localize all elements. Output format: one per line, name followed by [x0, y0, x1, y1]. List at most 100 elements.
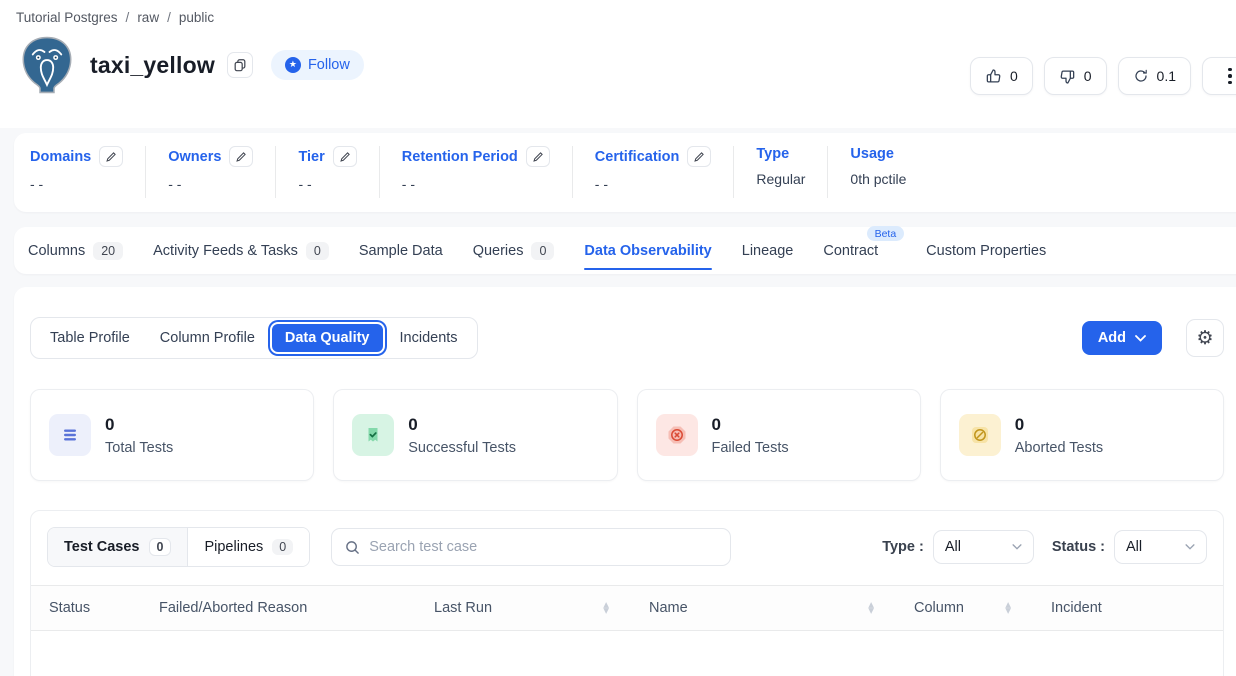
- follow-button[interactable]: ★ Follow: [271, 50, 364, 80]
- thumbs-up-icon: [985, 68, 1002, 85]
- downvote-count: 0: [1084, 68, 1092, 84]
- breadcrumb-separator: /: [167, 10, 171, 25]
- tab-custom-properties[interactable]: Custom Properties: [926, 227, 1046, 274]
- quality-toolbar: Table Profile Column Profile Data Qualit…: [30, 317, 1224, 359]
- aborted-tests-card: 0 Aborted Tests: [940, 389, 1224, 481]
- success-check-icon: [352, 414, 394, 456]
- data-quality-section: Table Profile Column Profile Data Qualit…: [14, 287, 1236, 676]
- stat-value: 0: [408, 415, 516, 435]
- tab-label: Columns: [28, 243, 85, 259]
- upvote-button[interactable]: 0: [970, 57, 1033, 95]
- copy-name-button[interactable]: [227, 52, 253, 78]
- edit-tier-button[interactable]: [333, 146, 357, 167]
- meta-value: - -: [402, 176, 550, 192]
- meta-owners: Owners - -: [146, 146, 276, 198]
- toggle-pipelines[interactable]: Pipelines 0: [188, 528, 309, 566]
- more-options-button[interactable]: [1202, 57, 1236, 95]
- pencil-icon: [532, 151, 544, 163]
- toggle-test-cases[interactable]: Test Cases 0: [48, 528, 188, 566]
- column-header-last-run: Last Run ▲▼: [434, 586, 649, 630]
- downvote-button[interactable]: 0: [1044, 57, 1107, 95]
- breadcrumb-schema[interactable]: public: [179, 10, 214, 25]
- tab-label: Contract: [823, 243, 878, 259]
- failed-x-icon: [656, 414, 698, 456]
- breadcrumb-service[interactable]: Tutorial Postgres: [16, 10, 118, 25]
- stat-label: Successful Tests: [408, 440, 516, 456]
- meta-tier: Tier - -: [276, 146, 379, 198]
- test-cases-table-header: Status Failed/Aborted Reason Last Run ▲▼…: [31, 585, 1223, 631]
- breadcrumb-database[interactable]: raw: [137, 10, 159, 25]
- status-filter-select[interactable]: All: [1114, 530, 1207, 564]
- subtab-incidents[interactable]: Incidents: [385, 322, 473, 354]
- tab-columns[interactable]: Columns 20: [28, 227, 123, 274]
- add-button-label: Add: [1098, 330, 1126, 346]
- version-button[interactable]: 0.1: [1118, 57, 1191, 95]
- toggle-label: Pipelines: [204, 539, 263, 555]
- meta-label: Tier: [298, 149, 324, 165]
- toggle-label: Test Cases: [64, 539, 140, 555]
- test-pipeline-toggle: Test Cases 0 Pipelines 0: [47, 527, 310, 567]
- column-header-status: Status: [49, 586, 159, 630]
- tab-contract[interactable]: Contract Beta: [823, 227, 878, 274]
- tab-label: Lineage: [742, 243, 794, 259]
- edit-retention-button[interactable]: [526, 146, 550, 167]
- stat-label: Total Tests: [105, 440, 173, 456]
- column-header-label: Status: [49, 600, 90, 616]
- meta-value: Regular: [756, 171, 805, 187]
- meta-type: Type Regular: [734, 146, 828, 198]
- search-test-case-box: [331, 528, 731, 566]
- subtab-column-profile[interactable]: Column Profile: [145, 322, 270, 354]
- gear-icon: ⚙: [1196, 327, 1213, 349]
- tab-label: Queries: [473, 243, 524, 259]
- type-filter-select[interactable]: All: [933, 530, 1034, 564]
- chevron-down-icon: [1135, 335, 1146, 342]
- tab-label: Sample Data: [359, 243, 443, 259]
- page-title: taxi_yellow: [90, 52, 215, 79]
- stat-value: 0: [1015, 415, 1103, 435]
- tab-sample-data[interactable]: Sample Data: [359, 227, 443, 274]
- failed-tests-card: 0 Failed Tests: [637, 389, 921, 481]
- column-header-label: Incident: [1051, 600, 1102, 616]
- column-header-label: Last Run: [434, 600, 492, 616]
- tab-data-observability[interactable]: Data Observability: [584, 227, 711, 274]
- sort-toggle-icon[interactable]: ▲▼: [1005, 602, 1011, 614]
- meta-value: - -: [595, 176, 712, 192]
- subtab-table-profile[interactable]: Table Profile: [35, 322, 145, 354]
- edit-certification-button[interactable]: [687, 146, 711, 167]
- tab-lineage[interactable]: Lineage: [742, 227, 794, 274]
- test-cases-controls: Test Cases 0 Pipelines 0 Type :: [31, 511, 1223, 567]
- column-header-name: Name ▲▼: [649, 586, 914, 630]
- column-header-label: Name: [649, 600, 688, 616]
- toggle-count-badge: 0: [272, 539, 293, 555]
- meta-label: Retention Period: [402, 149, 518, 165]
- kebab-menu-icon: [1228, 68, 1232, 85]
- status-filter-label: Status :: [1052, 539, 1105, 555]
- tab-activity-feeds[interactable]: Activity Feeds & Tasks 0: [153, 227, 329, 274]
- header-actions: 0 0 0.1: [970, 57, 1236, 95]
- meta-usage: Usage 0th pctile: [828, 146, 928, 198]
- meta-retention-period: Retention Period - -: [380, 146, 573, 198]
- chevron-down-icon: [1012, 544, 1022, 550]
- meta-certification: Certification - -: [573, 146, 735, 198]
- subtab-data-quality[interactable]: Data Quality: [270, 322, 385, 354]
- thumbs-down-icon: [1059, 68, 1076, 85]
- edit-owners-button[interactable]: [229, 146, 253, 167]
- search-test-case-input[interactable]: [369, 539, 717, 555]
- tab-queries[interactable]: Queries 0: [473, 227, 555, 274]
- sort-toggle-icon[interactable]: ▲▼: [603, 602, 609, 614]
- entity-header: Tutorial Postgres / raw / public taxi_ye…: [0, 0, 1236, 128]
- aborted-slash-icon: [959, 414, 1001, 456]
- stat-label: Failed Tests: [712, 440, 789, 456]
- sort-toggle-icon[interactable]: ▲▼: [868, 602, 874, 614]
- search-icon: [345, 540, 360, 555]
- edit-domains-button[interactable]: [99, 146, 123, 167]
- follow-label: Follow: [308, 57, 350, 73]
- chevron-down-icon: [1185, 544, 1195, 550]
- beta-badge: Beta: [867, 226, 905, 241]
- metadata-bar: Domains - - Owners - - Tier - - Retentio…: [14, 133, 1236, 212]
- settings-button[interactable]: ⚙: [1186, 319, 1224, 357]
- add-test-button[interactable]: Add: [1082, 321, 1162, 355]
- meta-label: Usage: [850, 146, 894, 162]
- pencil-icon: [235, 151, 247, 163]
- meta-value: 0th pctile: [850, 171, 906, 187]
